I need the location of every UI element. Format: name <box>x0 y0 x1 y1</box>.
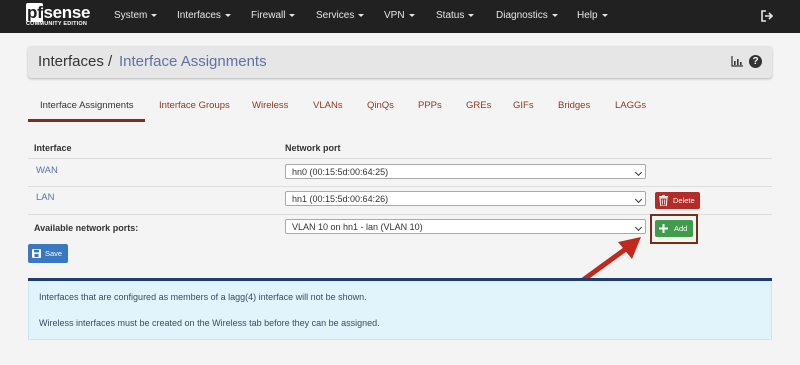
active-tab-indicator <box>28 119 145 122</box>
column-header-interface: Interface <box>34 143 72 153</box>
caret-down-icon <box>551 13 558 17</box>
chevron-down-icon <box>634 195 643 204</box>
available-ports-label: Available network ports: <box>34 223 139 233</box>
floppy-disk-icon <box>32 249 41 258</box>
caret-down-icon <box>468 13 475 17</box>
page-header: Interfaces / Interface Assignments ? <box>28 46 772 78</box>
logo-wordmark: pfsense <box>26 3 91 22</box>
tab-ppps[interactable]: PPPs <box>418 100 442 111</box>
column-header-network-port: Network port <box>285 143 341 153</box>
logo-edition: COMMUNITY EDITION <box>26 21 88 27</box>
delete-button[interactable]: Delete <box>655 192 700 209</box>
info-text: Interfaces that are configured as member… <box>39 292 367 302</box>
interface-link-lan[interactable]: LAN <box>36 192 54 203</box>
interface-link-wan[interactable]: WAN <box>36 165 58 176</box>
tab-laggs[interactable]: LAGGs <box>615 100 646 111</box>
tab-gifs[interactable]: GIFs <box>513 100 534 111</box>
nav-interfaces[interactable]: Interfaces <box>177 10 231 21</box>
tab-interface-assignments[interactable]: Interface Assignments <box>40 100 133 111</box>
tab-wireless[interactable]: Wireless <box>252 100 288 111</box>
chevron-down-icon <box>634 168 643 177</box>
nav-help[interactable]: Help <box>577 10 608 21</box>
tab-gres[interactable]: GREs <box>466 100 491 111</box>
tab-bridges[interactable]: Bridges <box>558 100 590 111</box>
annotation-arrow-icon <box>580 237 641 283</box>
nav-vpn[interactable]: VPN <box>384 10 415 21</box>
plus-icon <box>659 224 668 233</box>
caret-down-icon <box>289 13 296 17</box>
table-divider <box>28 158 772 159</box>
nav-firewall[interactable]: Firewall <box>251 10 296 21</box>
network-port-select-lan[interactable]: hn1 (00:15:5d:00:64:26) <box>285 191 646 206</box>
tab-interface-groups[interactable]: Interface Groups <box>159 100 230 111</box>
question-circle-icon[interactable]: ? <box>749 55 762 68</box>
caret-down-icon <box>358 13 365 17</box>
nav-diagnostics[interactable]: Diagnostics <box>496 10 558 21</box>
trash-icon <box>659 195 668 206</box>
breadcrumb-current[interactable]: Interface Assignments <box>119 53 267 70</box>
nav-status[interactable]: Status <box>436 10 475 21</box>
add-button[interactable]: Add <box>655 220 693 237</box>
breadcrumb-root: Interfaces / <box>38 53 113 70</box>
tab-vlans[interactable]: VLANs <box>313 100 343 111</box>
caret-down-icon <box>408 13 415 17</box>
info-box: Interfaces that are configured as member… <box>28 281 772 340</box>
caret-down-icon <box>151 13 158 17</box>
save-button[interactable]: Save <box>28 244 68 263</box>
caret-down-icon <box>224 13 231 17</box>
caret-down-icon <box>601 13 608 17</box>
pfsense-logo[interactable]: pfsense COMMUNITY EDITION <box>26 3 96 30</box>
table-divider <box>28 186 772 187</box>
network-port-select-wan[interactable]: hn0 (00:15:5d:00:64:25) <box>285 164 646 179</box>
sign-out-icon[interactable] <box>760 9 774 23</box>
info-text: Wireless interfaces must be created on t… <box>39 318 380 328</box>
nav-system[interactable]: System <box>114 10 158 21</box>
top-navbar: pfsense COMMUNITY EDITION System Interfa… <box>0 0 800 33</box>
bar-chart-icon[interactable] <box>731 56 743 67</box>
tab-qinqs[interactable]: QinQs <box>367 100 394 111</box>
nav-services[interactable]: Services <box>316 10 365 21</box>
